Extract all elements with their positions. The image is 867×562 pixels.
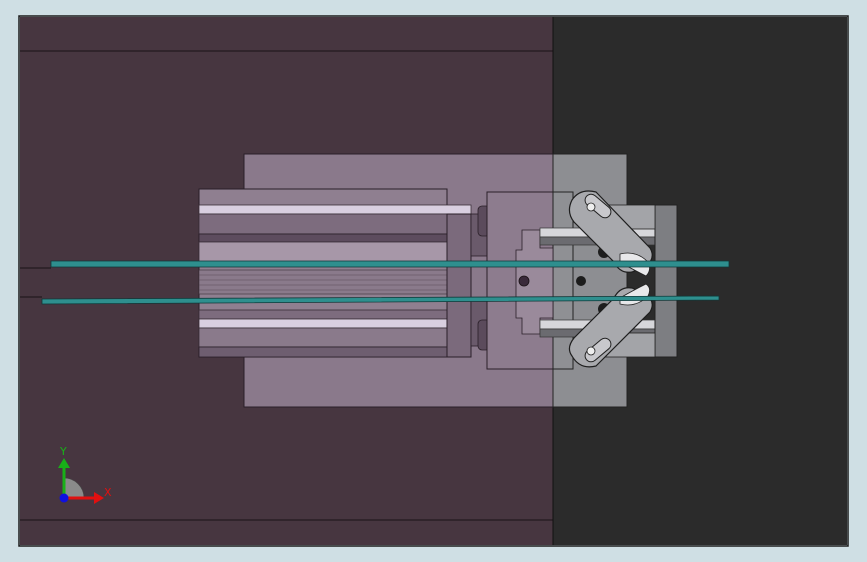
cad-viewport[interactable]: Y X xyxy=(0,0,867,562)
cylinder-body xyxy=(198,188,472,358)
triad-x-label: X xyxy=(104,486,112,499)
cad-drawing[interactable]: Y X xyxy=(0,0,867,562)
triad-y-label: Y xyxy=(59,445,67,458)
triad-z-axis-icon xyxy=(59,493,69,503)
